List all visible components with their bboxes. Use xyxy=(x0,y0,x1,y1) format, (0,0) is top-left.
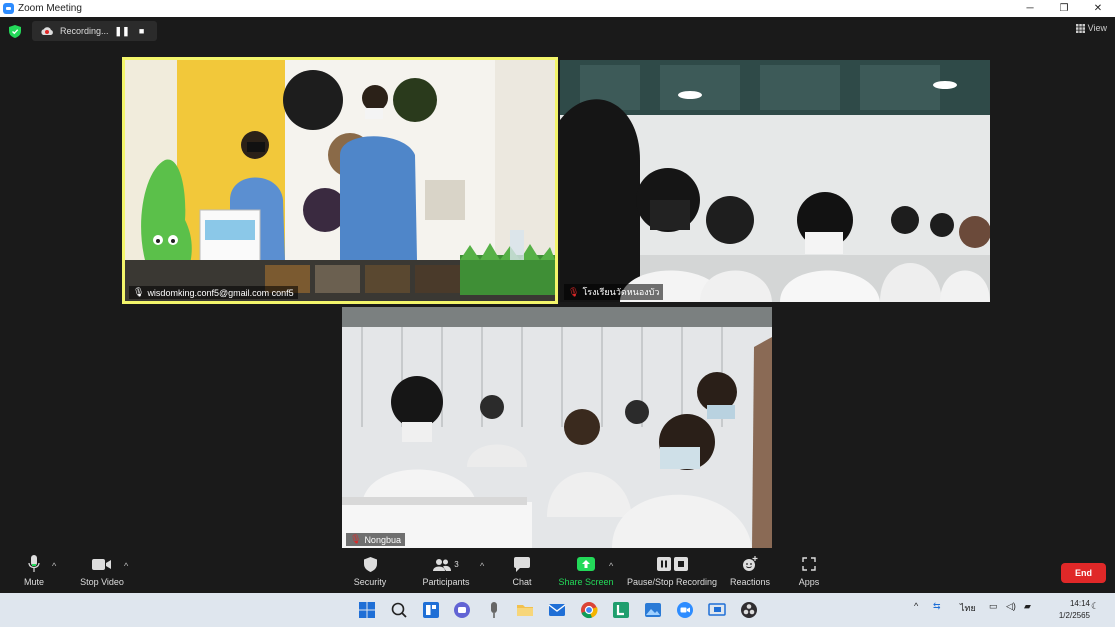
video-feed-classroom-1 xyxy=(560,60,990,302)
minimize-button[interactable]: ─ xyxy=(1013,0,1047,17)
window-titlebar: Zoom Meeting ─ ❐ ✕ xyxy=(0,0,1115,17)
apps-icon xyxy=(802,557,816,571)
line-app-icon[interactable] xyxy=(612,601,630,619)
photos-icon[interactable] xyxy=(644,601,662,619)
apps-button[interactable]: Apps xyxy=(797,555,821,587)
participant-name-tag: 🎙 wisdomking.conf5@gmail.com conf5 xyxy=(129,286,298,299)
system-clock[interactable]: 14:14 1/2/2565 xyxy=(1059,598,1090,622)
share-options-caret[interactable]: ^ xyxy=(609,561,613,571)
chat-label: Chat xyxy=(512,577,532,587)
video-tile-conf5[interactable]: 🎙 wisdomking.conf5@gmail.com conf5 xyxy=(122,57,558,304)
window-title: Zoom Meeting xyxy=(18,3,82,14)
obs-icon[interactable] xyxy=(740,601,758,619)
microphone-app-icon[interactable] xyxy=(485,601,503,619)
screen-share-app-icon[interactable] xyxy=(708,601,726,619)
clock-time: 14:14 xyxy=(1069,599,1090,608)
end-meeting-button[interactable]: End xyxy=(1061,563,1106,583)
security-button[interactable]: Security xyxy=(352,555,388,587)
microphone-muted-icon: 🎙 xyxy=(568,286,580,297)
participant-name-tag: 🎙 โรงเรียนวัดหนองบัว xyxy=(564,284,664,300)
share-screen-label: Share Screen xyxy=(558,577,614,587)
battery-icon[interactable]: ▰ xyxy=(1024,601,1031,612)
recording-label: Recording... xyxy=(60,26,109,36)
cloud-recording-icon xyxy=(41,27,53,35)
shield-icon xyxy=(363,556,377,572)
mute-label: Mute xyxy=(23,577,44,587)
participant-name: Nongbua xyxy=(364,534,401,545)
close-button[interactable]: ✕ xyxy=(1081,0,1115,17)
stop-video-label: Stop Video xyxy=(80,577,124,587)
network-location-icon[interactable]: ⇆ xyxy=(933,601,941,612)
display-icon[interactable]: ▭ xyxy=(989,601,998,612)
input-language[interactable]: ไทย xyxy=(960,601,976,615)
participants-count: 3 xyxy=(454,559,459,569)
teams-chat-icon[interactable] xyxy=(453,601,471,619)
volume-icon[interactable]: ◁) xyxy=(1006,601,1016,612)
apps-label: Apps xyxy=(798,577,820,587)
file-explorer-icon[interactable] xyxy=(516,601,534,619)
audio-options-caret[interactable]: ^ xyxy=(52,561,56,571)
zoom-app-icon xyxy=(3,3,14,14)
meeting-area: Recording... ❚❚ ■ View 🎙 wisdomking.conf… xyxy=(0,17,1115,553)
video-options-caret[interactable]: ^ xyxy=(124,561,128,571)
chat-bubble-icon xyxy=(514,556,530,572)
microphone-muted-icon: 🎙 xyxy=(350,534,362,544)
focus-assist-moon-icon[interactable]: ☾ xyxy=(1091,601,1099,612)
emoji-plus-icon xyxy=(743,556,758,571)
view-label: View xyxy=(1087,23,1107,33)
security-label: Security xyxy=(353,577,387,587)
pause-icon xyxy=(656,557,671,571)
video-tile-nongbua[interactable]: 🎙 Nongbua xyxy=(342,307,772,548)
pause-recording-button[interactable]: ❚❚ xyxy=(115,26,130,37)
pause-stop-recording-label: Pause/Stop Recording xyxy=(626,577,718,587)
encryption-shield-icon[interactable] xyxy=(8,24,22,38)
show-hidden-icons-chevron[interactable]: ^ xyxy=(914,601,918,611)
grid-view-icon xyxy=(1075,23,1085,33)
participant-name: โรงเรียนวัดหนองบัว xyxy=(582,287,660,297)
clock-date: 1/2/2565 xyxy=(1058,611,1090,620)
participants-button[interactable]: 3 Participants xyxy=(420,555,472,587)
widgets-icon[interactable] xyxy=(422,601,440,619)
participant-name: wisdomking.conf5@gmail.com conf5 xyxy=(147,287,294,298)
stop-icon xyxy=(673,557,688,571)
recording-indicator: Recording... ❚❚ ■ xyxy=(32,21,157,41)
microphone-icon xyxy=(28,555,40,572)
windows-taskbar: ^ ⇆ ไทย ▭ ◁) ▰ 14:14 1/2/2565 ☾ xyxy=(0,593,1115,627)
chrome-icon[interactable] xyxy=(580,601,598,619)
reactions-button[interactable]: Reactions xyxy=(730,555,770,587)
chat-button[interactable]: Chat xyxy=(510,555,534,587)
video-feed-presenters xyxy=(125,60,555,301)
search-icon[interactable] xyxy=(390,601,408,619)
participant-name-tag: 🎙 Nongbua xyxy=(346,533,405,546)
meeting-toolbar: Mute ^ Stop Video ^ Security 3 Participa… xyxy=(0,553,1115,593)
pause-stop-recording-button[interactable]: Pause/Stop Recording xyxy=(626,555,718,587)
participants-icon xyxy=(433,558,452,571)
microphone-icon: 🎙 xyxy=(133,287,145,297)
zoom-taskbar-icon[interactable] xyxy=(676,601,694,619)
maximize-button[interactable]: ❐ xyxy=(1047,0,1081,17)
video-tile-school[interactable]: 🎙 โรงเรียนวัดหนองบัว xyxy=(560,60,990,302)
share-screen-icon xyxy=(577,557,595,571)
video-camera-icon xyxy=(92,558,111,570)
view-button[interactable]: View xyxy=(1075,23,1107,33)
reactions-label: Reactions xyxy=(729,577,771,587)
video-feed-classroom-2 xyxy=(342,307,772,548)
participants-options-caret[interactable]: ^ xyxy=(480,561,484,571)
share-screen-button[interactable]: Share Screen xyxy=(558,555,614,587)
windows-start-icon[interactable] xyxy=(358,601,376,619)
participants-label: Participants xyxy=(422,577,470,587)
mail-icon[interactable] xyxy=(548,601,566,619)
stop-video-button[interactable]: Stop Video xyxy=(78,555,126,587)
mute-button[interactable]: Mute xyxy=(22,555,46,587)
stop-recording-button[interactable]: ■ xyxy=(135,26,149,36)
